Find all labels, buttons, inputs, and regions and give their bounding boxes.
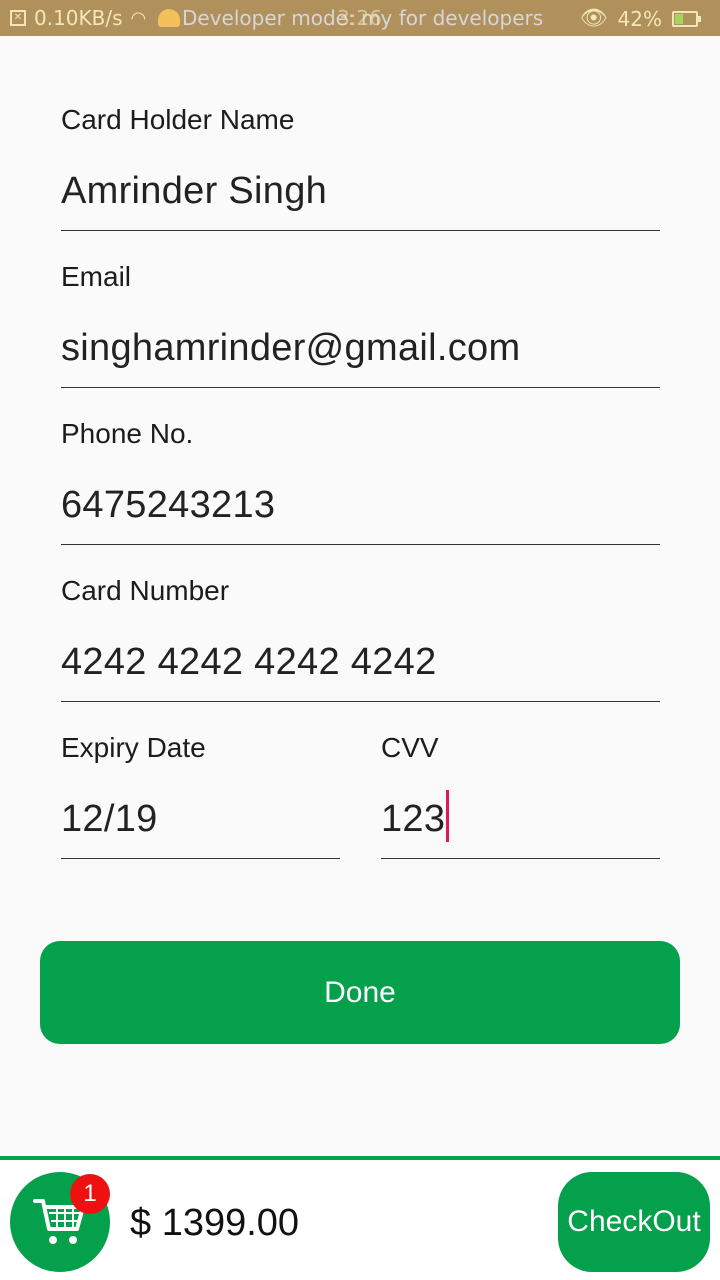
email-input[interactable]: singhamrinder@gmail.com (61, 327, 520, 370)
text-cursor (446, 789, 450, 842)
cart-total: $ 1399.00 (130, 1202, 300, 1244)
status-right: 👁 42% (579, 6, 701, 31)
done-button[interactable]: Done (40, 941, 680, 1044)
card-number-underline (61, 701, 660, 702)
network-speed: 0.10KB/s (34, 6, 123, 30)
cvv-label: CVV (381, 732, 439, 763)
expiry-input[interactable]: 12/19 (61, 798, 158, 841)
status-left: ✕ 0.10KB/s ◠ (10, 6, 181, 30)
email-field[interactable]: Email singhamrinder@gmail.com (61, 261, 660, 389)
card-number-input[interactable]: 4242 4242 4242 4242 (61, 641, 437, 684)
email-label: Email (61, 261, 132, 292)
checkout-button[interactable]: CheckOut (558, 1172, 710, 1272)
email-underline (61, 387, 660, 388)
clock: 3:26 (337, 6, 382, 30)
cvv-underline (381, 858, 660, 859)
cvv-input[interactable]: 123 (381, 789, 450, 842)
status-bar: ✕ 0.10KB/s ◠ Developer mode: my for deve… (0, 0, 720, 36)
cvv-field[interactable]: CVV 123 (381, 732, 660, 860)
battery-icon (672, 10, 701, 27)
expiry-label: Expiry Date (61, 732, 206, 763)
android-icon (158, 9, 181, 27)
expiry-underline (61, 858, 340, 859)
expiry-field[interactable]: Expiry Date 12/19 (61, 732, 340, 860)
phone-underline (61, 544, 660, 545)
card-number-label: Card Number (61, 575, 230, 606)
phone-field[interactable]: Phone No. 6475243213 (61, 418, 660, 546)
cvv-value: 123 (381, 798, 446, 840)
notification-icon: ✕ (10, 10, 26, 26)
bottom-bar: 1 $ 1399.00 CheckOut (0, 1156, 720, 1280)
card-holder-underline (61, 230, 660, 231)
phone-label: Phone No. (61, 418, 194, 449)
cart-count-badge: 1 (70, 1174, 110, 1214)
eye-icon: 👁 (579, 6, 608, 31)
battery-percent: 42% (617, 6, 662, 31)
battery-fill (675, 13, 683, 24)
wifi-icon: ◠ (130, 7, 147, 29)
card-holder-field[interactable]: Card Holder Name Amrinder Singh (61, 104, 660, 232)
card-holder-label: Card Holder Name (61, 104, 295, 135)
card-holder-input[interactable]: Amrinder Singh (61, 170, 327, 213)
phone-input[interactable]: 6475243213 (61, 484, 275, 527)
card-number-field[interactable]: Card Number 4242 4242 4242 4242 (61, 575, 660, 703)
